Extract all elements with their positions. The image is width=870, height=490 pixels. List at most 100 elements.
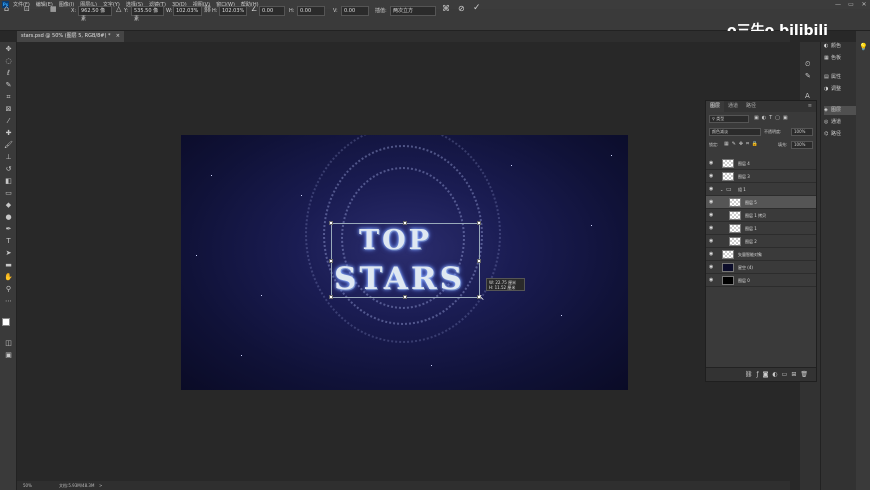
interpolation-select[interactable]: 两次立方 bbox=[390, 6, 436, 16]
pen-tool-icon[interactable]: ✒ bbox=[3, 224, 14, 234]
more-tools-icon[interactable]: ⋯ bbox=[3, 296, 14, 306]
visibility-eye-icon[interactable]: ◉ bbox=[709, 274, 713, 287]
layer-row[interactable]: ◉ 图层 1 bbox=[706, 222, 816, 235]
visibility-eye-icon[interactable]: ◉ bbox=[709, 248, 713, 261]
visibility-eye-icon[interactable]: ◉ bbox=[709, 196, 713, 209]
quick-select-tool-icon[interactable]: ✎ bbox=[3, 80, 14, 90]
height-field[interactable]: 102.03% bbox=[219, 6, 247, 16]
visibility-eye-icon[interactable]: ◉ bbox=[709, 183, 713, 196]
marquee-tool-icon[interactable]: ◌ bbox=[3, 56, 14, 66]
layer-row[interactable]: ◉ ⌄ ▭ 组 1 bbox=[706, 183, 816, 196]
blend-mode-select[interactable]: 颜色减淡 bbox=[709, 128, 761, 136]
panel-channels[interactable]: ◎ 通道 bbox=[824, 118, 841, 127]
layer-row[interactable]: ◉ 星空 (4) bbox=[706, 261, 816, 274]
panel-paths[interactable]: ⌬ 路径 bbox=[824, 130, 841, 139]
document-tab[interactable]: stars.psd @ 50% (图层 5, RGB/8#) * × bbox=[17, 31, 124, 42]
healing-brush-tool-icon[interactable]: ✚ bbox=[3, 128, 14, 138]
transform-handle[interactable] bbox=[329, 295, 333, 299]
mask-icon[interactable]: ◙ bbox=[763, 371, 773, 378]
visibility-eye-icon[interactable]: ◉ bbox=[709, 170, 713, 183]
path-select-tool-icon[interactable]: ➤ bbox=[3, 248, 14, 258]
tab-channels[interactable]: 通道 bbox=[724, 101, 742, 112]
transform-bounding-box[interactable] bbox=[329, 221, 481, 299]
commit-transform-button[interactable]: ✓ bbox=[473, 4, 481, 13]
adjustment-layer-icon[interactable]: ◐ bbox=[772, 371, 781, 378]
type-tool-icon[interactable]: T bbox=[3, 236, 14, 246]
maximize-button[interactable]: ▭ bbox=[845, 0, 857, 9]
panel-color[interactable]: ◐ 颜色 bbox=[824, 42, 841, 51]
transform-handle[interactable] bbox=[477, 221, 481, 225]
triangle-icon[interactable]: △ bbox=[116, 5, 121, 13]
visibility-eye-icon[interactable]: ◉ bbox=[709, 261, 713, 274]
visibility-eye-icon[interactable]: ◉ bbox=[709, 235, 713, 248]
width-field[interactable]: 102.03% bbox=[173, 6, 202, 16]
blur-tool-icon[interactable]: ◆ bbox=[3, 200, 14, 210]
minimize-button[interactable]: — bbox=[832, 0, 844, 9]
character-icon[interactable]: A bbox=[805, 92, 810, 100]
layer-filter-select[interactable]: ⚲ 类型 bbox=[709, 115, 749, 123]
layer-row[interactable]: ◉ 矢量智能对象 bbox=[706, 248, 816, 261]
group-icon[interactable]: ▭ bbox=[782, 371, 792, 378]
brush-tool-icon[interactable]: 🖌 bbox=[3, 140, 14, 150]
lasso-tool-icon[interactable]: ℓ bbox=[3, 68, 14, 78]
eraser-tool-icon[interactable]: ◧ bbox=[3, 176, 14, 186]
visibility-eye-icon[interactable]: ◉ bbox=[709, 222, 713, 235]
vertical-skew-field[interactable]: 0.00 bbox=[341, 6, 369, 16]
crop-tool-icon[interactable]: ⌗ bbox=[3, 92, 14, 102]
panel-adjustments[interactable]: ◑ 调整 bbox=[824, 85, 841, 94]
shape-tool-icon[interactable]: ▬ bbox=[3, 260, 14, 270]
hand-tool-icon[interactable]: ✋ bbox=[3, 272, 14, 282]
move-tool-icon[interactable]: ✥ bbox=[3, 44, 14, 54]
foreground-color-swatch[interactable] bbox=[2, 318, 10, 326]
angle-field[interactable]: 0.00 bbox=[259, 6, 285, 16]
layer-row[interactable]: ◉ 图层 2 bbox=[706, 235, 816, 248]
visibility-eye-icon[interactable]: ◉ bbox=[709, 209, 713, 222]
lightbulb-icon[interactable]: 💡 bbox=[859, 43, 868, 51]
filter-icons[interactable]: ▣◐T▢▣ bbox=[754, 115, 791, 121]
home-icon[interactable]: ⌂ bbox=[4, 5, 9, 13]
close-tab-icon[interactable]: × bbox=[116, 31, 120, 42]
warp-icon[interactable]: ⌘ bbox=[442, 5, 450, 13]
transform-handle[interactable] bbox=[477, 259, 481, 263]
dodge-tool-icon[interactable]: ● bbox=[3, 212, 14, 222]
close-window-button[interactable]: ✕ bbox=[858, 0, 870, 9]
transform-handle[interactable] bbox=[403, 221, 407, 225]
trash-icon[interactable]: 🗑 bbox=[800, 371, 812, 378]
zoom-level[interactable]: 50% bbox=[23, 481, 32, 490]
layer-row[interactable]: ◉ 图层 1 拷贝 bbox=[706, 209, 816, 222]
history-icon[interactable]: ⏲ bbox=[805, 60, 810, 69]
y-position-field[interactable]: 535.50 像素 bbox=[131, 6, 164, 22]
history-brush-tool-icon[interactable]: ↺ bbox=[3, 164, 14, 174]
screen-mode-icon[interactable]: ▣ bbox=[3, 350, 14, 360]
frame-tool-icon[interactable]: ⊠ bbox=[3, 104, 14, 114]
zoom-tool-icon[interactable]: ⚲ bbox=[3, 284, 14, 294]
panel-properties[interactable]: ▤ 属性 bbox=[824, 73, 841, 82]
fill-field[interactable]: 100% bbox=[791, 141, 813, 149]
panel-layers[interactable]: ◈ 图层 bbox=[824, 106, 856, 115]
clone-stamp-tool-icon[interactable]: ⊥ bbox=[3, 152, 14, 162]
layer-row[interactable]: ◉ 图层 0 bbox=[706, 274, 816, 287]
quick-mask-icon[interactable]: ◫ bbox=[3, 338, 14, 348]
layer-row[interactable]: ◉ 图层 3 bbox=[706, 170, 816, 183]
layer-row[interactable]: ◉ 图层 5 bbox=[706, 196, 816, 209]
gradient-tool-icon[interactable]: ▭ bbox=[3, 188, 14, 198]
lock-icons[interactable]: ▦✎✥⌗🔒 bbox=[724, 141, 761, 147]
transform-handle[interactable] bbox=[403, 295, 407, 299]
x-position-field[interactable]: 962.50 像素 bbox=[78, 6, 112, 22]
tab-paths[interactable]: 路径 bbox=[742, 101, 760, 112]
opacity-field[interactable]: 100% bbox=[791, 128, 813, 136]
layer-row[interactable]: ◉ 图层 4 bbox=[706, 157, 816, 170]
reference-point-icon[interactable]: ▦ bbox=[50, 5, 57, 13]
tab-layers[interactable]: 图层 bbox=[706, 101, 725, 112]
link-proportions-icon[interactable]: ⛓ bbox=[203, 5, 212, 13]
eyedropper-tool-icon[interactable]: ⁄ bbox=[3, 116, 14, 126]
cancel-transform-button[interactable]: ⊘ bbox=[458, 5, 465, 13]
panel-swatches[interactable]: ▦ 色板 bbox=[824, 54, 841, 63]
status-menu-arrow[interactable]: > bbox=[99, 481, 102, 490]
transform-handle[interactable] bbox=[329, 221, 333, 225]
transform-handle[interactable] bbox=[329, 259, 333, 263]
panel-menu-icon[interactable]: ≡ bbox=[804, 101, 816, 112]
brush-settings-icon[interactable]: ✎ bbox=[805, 72, 811, 80]
horizontal-skew-field[interactable]: 0.00 bbox=[297, 6, 325, 16]
move-tool-options-icon[interactable]: ⊡ bbox=[24, 5, 30, 13]
